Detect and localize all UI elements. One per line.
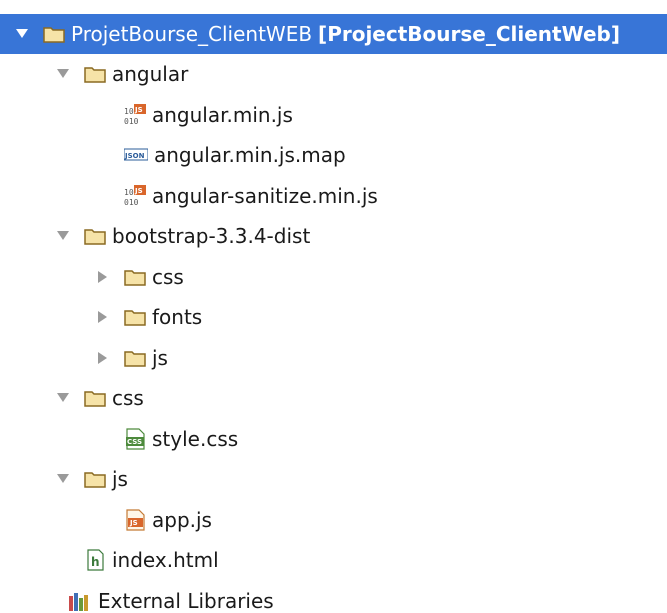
folder-icon <box>124 266 146 288</box>
tree-row[interactable]: CSS style.css <box>0 419 667 459</box>
folder-icon <box>43 23 65 45</box>
tree-row-label: angular.min.js <box>152 103 293 127</box>
tree-row-label: angular-sanitize.min.js <box>152 184 378 208</box>
tree-row[interactable]: angular <box>0 54 667 94</box>
js-file-icon: 10 010 JS <box>124 104 146 126</box>
expand-arrow-down-icon[interactable] <box>56 472 70 486</box>
tree-row-label: angular.min.js.map <box>154 143 346 167</box>
folder-icon <box>124 347 146 369</box>
svg-text:JSON: JSON <box>124 152 145 160</box>
expand-arrow-down-icon[interactable] <box>56 229 70 243</box>
expand-arrow-down-icon[interactable] <box>56 67 70 81</box>
tree-row-project-root[interactable]: ProjetBourse_ClientWEB [ProjectBourse_Cl… <box>0 14 667 54</box>
svg-text:CSS: CSS <box>127 438 142 446</box>
tree-row-label: angular <box>112 62 189 86</box>
folder-icon <box>124 306 146 328</box>
folder-icon <box>84 63 106 85</box>
css-file-icon: CSS <box>124 428 146 450</box>
collapse-arrow-right-icon[interactable] <box>96 310 110 324</box>
tree-row[interactable]: h index.html <box>0 540 667 580</box>
svg-text:h: h <box>91 555 100 569</box>
tree-row[interactable]: JS app.js <box>0 500 667 540</box>
js-file-icon: 10 010 JS <box>124 185 146 207</box>
svg-text:010: 010 <box>124 117 139 126</box>
tree-row[interactable]: js <box>0 459 667 499</box>
tree-row[interactable]: External Libraries <box>0 581 667 613</box>
project-tree: ProjetBourse_ClientWEB [ProjectBourse_Cl… <box>0 0 667 613</box>
svg-text:JS: JS <box>134 106 143 114</box>
tree-row-label: bootstrap-3.3.4-dist <box>112 224 311 248</box>
js-file-icon: JS <box>124 509 146 531</box>
tree-row-label: External Libraries <box>98 589 274 613</box>
folder-icon <box>84 387 106 409</box>
external-libraries-icon <box>68 590 92 612</box>
tree-row[interactable]: bootstrap-3.3.4-dist <box>0 216 667 256</box>
tree-row-label: index.html <box>112 548 219 572</box>
expand-arrow-down-icon[interactable] <box>15 27 29 41</box>
tree-row[interactable]: css <box>0 257 667 297</box>
tree-row-label: app.js <box>152 508 212 532</box>
expand-arrow-down-icon[interactable] <box>56 391 70 405</box>
json-file-icon: JSON <box>124 144 148 166</box>
folder-icon <box>84 225 106 247</box>
tree-row-label: js <box>112 467 128 491</box>
tree-row-label: js <box>152 346 168 370</box>
collapse-arrow-right-icon[interactable] <box>96 351 110 365</box>
tree-row[interactable]: 10 010 JS angular-sanitize.min.js <box>0 176 667 216</box>
svg-text:JS: JS <box>134 187 143 195</box>
project-module-name: [ProjectBourse_ClientWeb] <box>318 22 620 46</box>
tree-row-label: css <box>152 265 184 289</box>
tree-row[interactable]: fonts <box>0 297 667 337</box>
tree-row-label: style.css <box>152 427 239 451</box>
tree-row[interactable]: js <box>0 338 667 378</box>
html-file-icon: h <box>84 549 106 571</box>
collapse-arrow-right-icon[interactable] <box>96 270 110 284</box>
tree-row[interactable]: JSON angular.min.js.map <box>0 135 667 175</box>
svg-text:010: 010 <box>124 198 139 207</box>
svg-text:JS: JS <box>129 519 138 527</box>
tree-row[interactable]: css <box>0 378 667 418</box>
folder-icon <box>84 468 106 490</box>
tree-row[interactable]: 10 010 JS angular.min.js <box>0 95 667 135</box>
tree-row-label: fonts <box>152 305 203 329</box>
project-name: ProjetBourse_ClientWEB <box>71 22 313 46</box>
svg-text:10: 10 <box>124 107 134 116</box>
tree-row-label: css <box>112 386 144 410</box>
svg-text:10: 10 <box>124 188 134 197</box>
